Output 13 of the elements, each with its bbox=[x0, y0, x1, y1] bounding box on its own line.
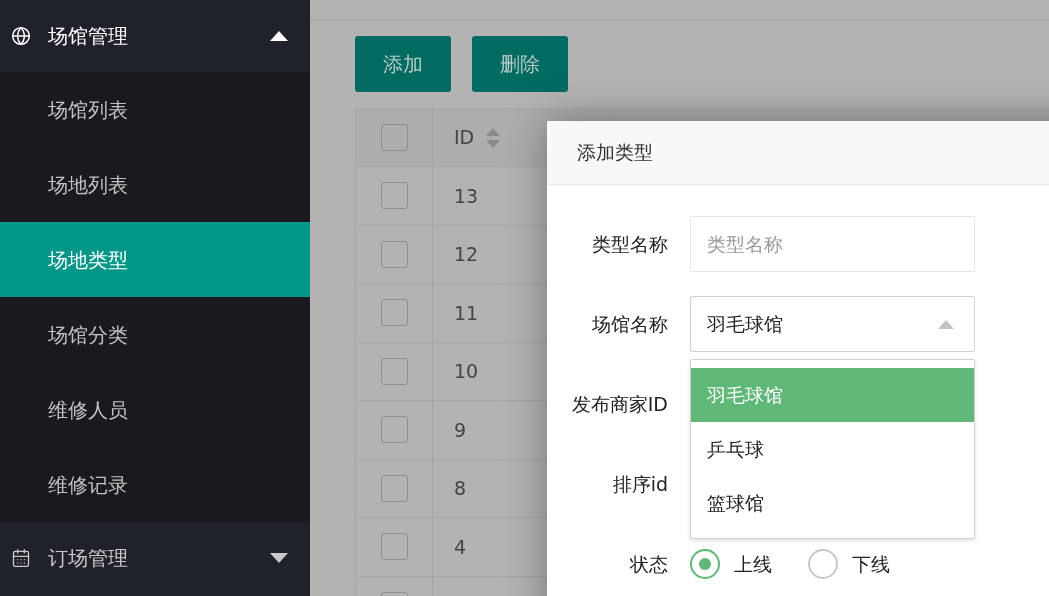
table-cell-text: 10 bbox=[454, 359, 479, 384]
field-label: 状态 bbox=[630, 552, 668, 575]
table-cell-text: 13 bbox=[454, 183, 479, 209]
field-label: 场馆名称 bbox=[592, 312, 668, 335]
table-cell-text: 9 bbox=[454, 417, 467, 443]
table-cell-text: 4 bbox=[454, 534, 467, 560]
table-cell-text: 12 bbox=[454, 242, 479, 267]
table-cell-text: 11 bbox=[454, 300, 479, 326]
column-label: ID bbox=[454, 125, 475, 151]
field-label: 类型名称 bbox=[592, 232, 668, 255]
field-label: 排序id bbox=[612, 472, 668, 495]
field-label: 发布商家ID bbox=[571, 392, 668, 415]
table-cell-text: 8 bbox=[454, 476, 467, 501]
